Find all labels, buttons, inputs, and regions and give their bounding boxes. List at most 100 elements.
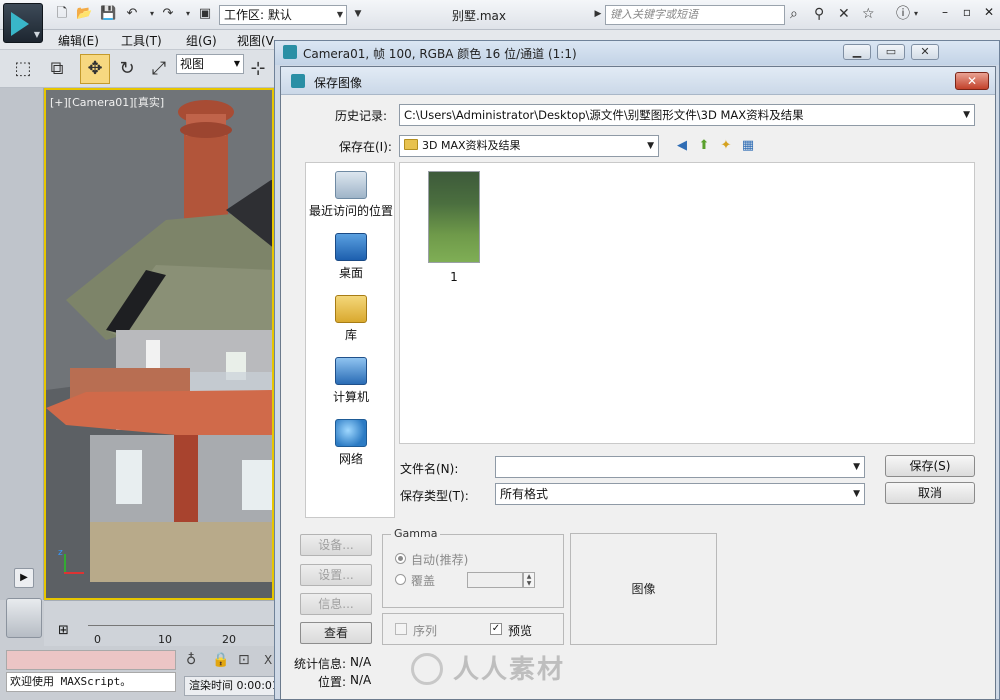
place-desktop[interactable]: 桌面	[306, 233, 396, 281]
view-button[interactable]: 查看	[300, 622, 372, 644]
dialog-close-button[interactable]: ✕	[955, 72, 989, 90]
open-folder-icon[interactable]: 📂	[76, 6, 92, 22]
close-button[interactable]: ✕	[911, 44, 939, 60]
folder-nav-icons: ◀ ⬆ ✦ ▦	[673, 137, 761, 157]
save-in-select[interactable]: 3D MAX资料及结果 ▼	[399, 135, 659, 157]
devices-button: 设备...	[300, 534, 372, 556]
save-icon[interactable]: 💾	[100, 6, 116, 22]
undo-dropdown-icon[interactable]: ▾	[144, 6, 160, 22]
new-folder-icon[interactable]: ✦	[717, 137, 735, 155]
file-name-label[interactable]: 1	[428, 270, 480, 284]
binoculars-icon[interactable]: ⌕	[790, 6, 798, 22]
select-rotate-icon[interactable]: ↻	[112, 54, 142, 84]
time-config-button[interactable]	[6, 598, 42, 638]
folder-icon	[404, 139, 418, 150]
x-coordinate-label: X	[264, 653, 273, 667]
max-title-bar: ▼ 🗋 📂 💾 ↶ ▾ ↷ ▾ ▣ 工作区: 默认 ▼ ▼ 别墅.max ▶ 键…	[0, 0, 1000, 43]
absolute-mode-icon[interactable]: ⊡	[238, 652, 250, 668]
dialog-title-bar[interactable]: 保存图像 ✕	[281, 67, 995, 95]
play-icon[interactable]: ▶	[14, 568, 34, 588]
watermark-logo-icon	[411, 653, 443, 685]
frame-buffer-title-bar[interactable]: Camera01, 帧 100, RGBA 颜色 16 位/通道 (1:1) ▁…	[275, 41, 999, 65]
status-icons: ♁ 🔒 ⊡ X	[180, 650, 280, 672]
gamma-override-label: 覆盖	[411, 574, 436, 588]
project-folder-icon[interactable]: ▣	[197, 6, 213, 22]
filename-label: 文件名(N):	[400, 462, 459, 476]
reference-coordinate-select[interactable]: 视图 ▼	[176, 54, 244, 74]
render-time-label: 渲染时间	[189, 679, 233, 692]
place-network[interactable]: 网络	[306, 419, 396, 467]
lightbulb-icon[interactable]: ♁	[186, 652, 196, 668]
desktop-icon	[335, 233, 367, 261]
key-icon[interactable]: ⚲	[814, 6, 824, 22]
communication-icon[interactable]: ✕	[838, 6, 850, 22]
places-bar: 最近访问的位置 桌面 库 计算机 网络	[305, 162, 395, 518]
track-bar-icon[interactable]: ⊞	[58, 623, 69, 638]
workspace-select[interactable]: 工作区: 默认 ▼	[219, 5, 347, 25]
view-menu-icon[interactable]: ▦	[739, 137, 757, 155]
restore-button[interactable]: ▫	[958, 5, 976, 19]
redo-dropdown-icon[interactable]: ▾	[180, 6, 196, 22]
library-icon	[335, 295, 367, 323]
menu-edit[interactable]: 编辑(E)	[58, 32, 99, 49]
menu-view[interactable]: 视图(V	[237, 32, 274, 49]
customize-dropdown-icon[interactable]: ▼	[350, 6, 366, 22]
place-recent[interactable]: 最近访问的位置	[306, 171, 396, 219]
menu-tools[interactable]: 工具(T)	[121, 32, 162, 49]
location-value: N/A	[350, 673, 372, 687]
axis-x-icon	[64, 572, 84, 574]
filename-input[interactable]: ▼	[495, 456, 865, 478]
up-folder-icon[interactable]: ⬆	[695, 137, 713, 155]
chevron-down-icon: ▼	[233, 59, 240, 68]
undo-icon[interactable]: ↶	[124, 6, 140, 22]
chevron-down-icon: ▼	[853, 462, 860, 472]
redo-icon[interactable]: ↷	[160, 6, 176, 22]
left-command-strip	[0, 88, 44, 600]
help-icon[interactable]: ⓘ	[896, 6, 910, 22]
maxscript-prompt[interactable]: 欢迎使用 MAXScript。	[6, 672, 176, 692]
preview-checkbox[interactable]: ✓	[490, 623, 502, 635]
minimize-button[interactable]: –	[936, 5, 954, 19]
window-crossing-icon[interactable]: ⧉	[42, 54, 72, 84]
history-select[interactable]: C:\Users\Administrator\Desktop\源文件\别墅图形文…	[399, 104, 975, 126]
place-label: 最近访问的位置	[308, 204, 393, 218]
file-thumbnail[interactable]	[428, 171, 480, 263]
menu-group[interactable]: 组(G)	[186, 32, 217, 49]
pivot-center-icon[interactable]: ⊹	[246, 54, 270, 84]
timeline[interactable]: ⊞ 0 10 20	[44, 600, 274, 646]
file-list[interactable]: 1	[399, 162, 975, 444]
sequence-checkbox[interactable]	[395, 623, 407, 635]
new-file-icon[interactable]: 🗋	[54, 6, 70, 22]
camera-viewport[interactable]: [+][Camera01][真实] z	[44, 88, 274, 600]
filetype-select[interactable]: 所有格式 ▼	[495, 483, 865, 505]
save-button[interactable]: 保存(S)	[885, 455, 975, 477]
close-button[interactable]: ✕	[980, 5, 998, 19]
back-icon[interactable]: ◀	[673, 137, 691, 155]
gamma-override-radio[interactable]	[395, 574, 406, 585]
minimize-button[interactable]: ▁	[843, 44, 871, 60]
app-logo-icon	[291, 74, 305, 88]
maxscript-listener-mini[interactable]	[6, 650, 176, 670]
expand-arrow-icon[interactable]: ▶	[590, 6, 606, 22]
gamma-value-input[interactable]	[467, 572, 523, 588]
app-menu-button[interactable]: ▼	[3, 3, 43, 43]
lock-icon[interactable]: 🔒	[212, 652, 229, 668]
axis-y-icon	[64, 554, 66, 574]
help-dropdown-icon[interactable]: ▾	[914, 6, 918, 22]
restore-button[interactable]: ▭	[877, 44, 905, 60]
select-scale-icon[interactable]: ⤢	[144, 54, 174, 84]
place-libraries[interactable]: 库	[306, 295, 396, 343]
file-title: 别墅.max	[452, 9, 506, 23]
viewport-label[interactable]: [+][Camera01][真实]	[50, 94, 164, 110]
select-move-icon[interactable]: ✥	[80, 54, 110, 84]
spinner-arrows-icon[interactable]: ▲ ▼	[523, 572, 535, 588]
save-in-label: 保存在(I):	[339, 140, 392, 154]
app-logo-icon	[283, 45, 297, 59]
place-label: 库	[344, 328, 357, 342]
gamma-auto-radio[interactable]	[395, 553, 406, 564]
cancel-button[interactable]: 取消	[885, 482, 975, 504]
search-input[interactable]: 键入关键字或短语	[605, 5, 785, 25]
place-computer[interactable]: 计算机	[306, 357, 396, 405]
select-region-icon[interactable]: ⬚	[8, 54, 38, 84]
favorites-star-icon[interactable]: ☆	[862, 6, 875, 22]
